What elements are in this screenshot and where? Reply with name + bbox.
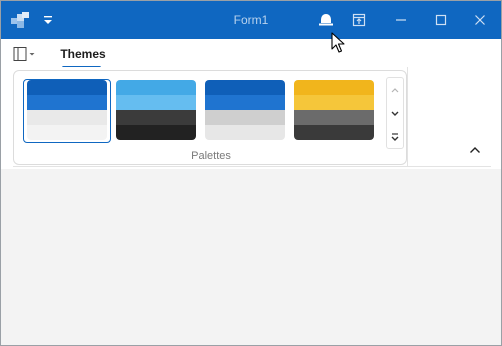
palette-item[interactable] xyxy=(27,80,107,140)
ribbon-display-options-button[interactable] xyxy=(342,1,376,39)
palette-item[interactable] xyxy=(116,80,196,140)
maximize-button[interactable] xyxy=(424,1,458,39)
minimize-icon xyxy=(396,19,406,21)
minimize-button[interactable] xyxy=(384,1,418,39)
application-menu-button[interactable] xyxy=(13,47,37,61)
ribbon-body: Palettes xyxy=(1,67,501,169)
gallery-scroller xyxy=(386,77,404,149)
maximize-icon xyxy=(435,14,447,26)
ribbon-header: Themes xyxy=(1,39,501,69)
app-window: Form1 Themes Palettes xyxy=(0,0,502,346)
collapse-ribbon-button[interactable] xyxy=(466,141,484,159)
form-client-area[interactable] xyxy=(1,169,501,345)
ribbon-divider xyxy=(13,166,491,167)
close-icon xyxy=(475,15,485,25)
layout-panel-icon xyxy=(13,47,35,61)
palette-item[interactable] xyxy=(294,80,374,140)
palette-gallery xyxy=(20,77,386,149)
chevron-up-icon xyxy=(391,87,399,92)
close-button[interactable] xyxy=(463,1,497,39)
group-label: Palettes xyxy=(191,150,231,162)
restore-ribbon-icon xyxy=(352,13,366,27)
tab-themes[interactable]: Themes xyxy=(59,47,107,61)
ribbon-empty-area xyxy=(407,67,501,167)
palettes-group: Palettes xyxy=(13,70,407,165)
gallery-scroll-up-button[interactable] xyxy=(387,78,403,101)
expand-gallery-icon xyxy=(391,132,399,141)
bell-icon xyxy=(319,14,333,26)
gallery-expand-button[interactable] xyxy=(387,125,403,148)
gallery-scroll-down-button[interactable] xyxy=(387,102,403,125)
chevron-up-icon xyxy=(470,147,480,153)
mouse-cursor-icon xyxy=(331,32,347,54)
title-bar[interactable]: Form1 xyxy=(1,1,501,39)
palette-item[interactable] xyxy=(205,80,285,140)
chevron-down-icon xyxy=(391,111,399,116)
